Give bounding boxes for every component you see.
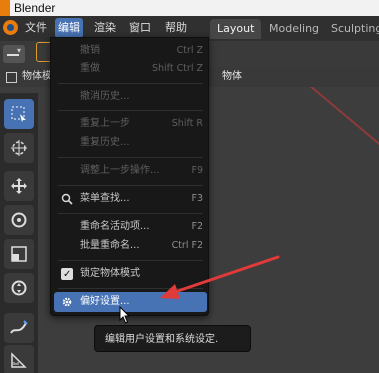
menu-undo[interactable]: 撤销 Ctrl Z [54,41,207,61]
tab-modeling[interactable]: Modeling [262,19,326,39]
measure-icon[interactable] [4,345,34,373]
menu-lock-object-modes[interactable]: 锁定物体模式 [54,264,207,285]
interaction-mode-button[interactable] [3,45,25,63]
annotate-icon[interactable] [4,313,34,343]
menu-batch-rename[interactable]: 批量重命名... Ctrl F2 [54,236,207,256]
tab-sculpting[interactable]: Sculpting [324,19,379,39]
window-title: Blender [14,1,56,15]
blender-app-icon[interactable] [3,20,18,35]
menu-repeat-history[interactable]: 重复历史... [54,133,207,153]
menu-repeat-last[interactable]: 重复上一步 Shift R [54,114,207,134]
preferences-tooltip: 编辑用户设置和系统设定. [94,325,251,352]
menu-separator [58,185,203,186]
menu-redo[interactable]: 重做 Shift Ctrl Z [54,59,207,79]
menu-separator [58,83,203,84]
tab-layout[interactable]: Layout [210,19,262,39]
menu-operator-search[interactable]: 菜单查找... F3 [54,189,207,209]
menu-render[interactable]: 渲染 [91,18,119,38]
rotate-icon[interactable] [4,205,34,235]
menu-separator [58,288,203,289]
search-icon [61,193,73,205]
scale-icon[interactable] [4,239,34,269]
select-box-icon[interactable] [4,99,34,129]
menu-separator [58,110,203,111]
move-icon[interactable] [4,171,34,201]
menu-separator [58,260,203,261]
menu-edit[interactable]: 编辑 [55,18,83,38]
menu-adjust-last-operation[interactable]: 调整上一步操作... F9 [54,161,207,181]
menu-separator [58,213,203,214]
menu-help[interactable]: 帮助 [162,18,190,38]
menu-window[interactable]: 窗口 [126,18,154,38]
object-menu[interactable]: 物体 [218,69,246,85]
tool-shelf [0,93,38,373]
edit-menu-dropdown: 撤销 Ctrl Z 重做 Shift Ctrl Z 撤消历史... 重复上一步 … [50,37,209,316]
menu-file[interactable]: 文件 [22,18,50,38]
transform-icon[interactable] [4,273,34,303]
blender-logo-icon [0,0,10,16]
menu-undo-history[interactable]: 撤消历史... [54,87,207,107]
cursor-icon[interactable] [4,133,34,163]
mouse-pointer-icon [119,306,131,324]
menu-separator [58,157,203,158]
gear-icon [62,297,72,307]
window-titlebar: Blender [0,0,379,16]
checkbox-icon[interactable] [61,265,73,285]
menu-rename-active[interactable]: 重命名活动项... F2 [54,217,207,237]
